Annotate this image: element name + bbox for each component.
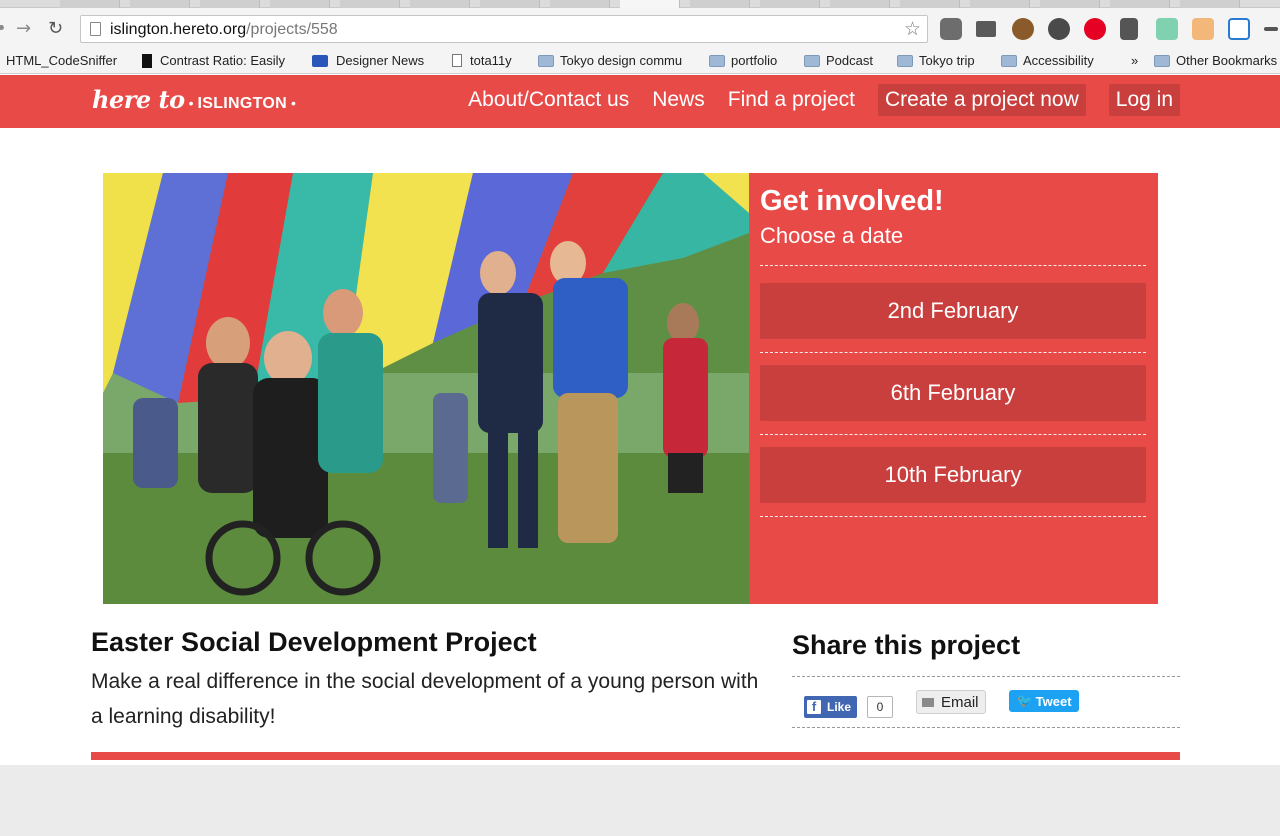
browser-tab[interactable]	[1040, 0, 1100, 8]
project-title: Easter Social Development Project	[91, 627, 537, 657]
address-bar[interactable]: islington.hereto.org/projects/558 ☆	[80, 15, 928, 43]
browser-tab[interactable]	[970, 0, 1030, 8]
bookmark-folder[interactable]: Tokyo trip	[897, 53, 975, 68]
cast-icon[interactable]	[976, 21, 996, 37]
divider	[760, 434, 1146, 435]
browser-tab[interactable]	[830, 0, 890, 8]
project-photo	[103, 173, 749, 604]
screenshot-icon[interactable]	[1228, 18, 1250, 40]
site-header: here to • ISLINGTON • About/Contact us News…	[0, 75, 1280, 128]
audio-extension-icon[interactable]	[1156, 18, 1178, 40]
bookmark-folder[interactable]: Podcast	[804, 53, 873, 68]
browser-tab[interactable]	[1180, 0, 1240, 8]
browser-tab[interactable]	[130, 0, 190, 8]
browser-tab[interactable]	[270, 0, 330, 8]
bookmark-folder[interactable]: Other Bookmarks	[1154, 53, 1277, 68]
face-extension-icon[interactable]	[1192, 18, 1214, 40]
email-share-button[interactable]: Email	[916, 690, 986, 714]
password-manager-icon[interactable]	[1048, 18, 1070, 40]
panel-subtitle: Choose a date	[760, 223, 904, 248]
browser-tab[interactable]	[200, 0, 260, 8]
date-option-button[interactable]: 6th February	[760, 365, 1146, 421]
browser-tab-active[interactable]	[620, 0, 680, 8]
date-option-button[interactable]: 2nd February	[760, 283, 1146, 339]
bookmark-item[interactable]: HTML_CodeSniffer	[6, 53, 117, 68]
page-footer-area	[0, 765, 1280, 836]
bookmark-star-icon[interactable]: ☆	[904, 18, 921, 40]
tweet-button[interactable]: 🐦 Tweet	[1009, 690, 1079, 712]
folder-icon	[538, 54, 554, 67]
divider	[760, 265, 1146, 266]
bookmark-folder[interactable]: Accessibility	[1001, 53, 1094, 68]
bookmark-item[interactable]: Designer News	[312, 53, 424, 68]
divider	[760, 516, 1146, 517]
bookmarks-bar: HTML_CodeSniffer Contrast Ratio: Easily …	[0, 48, 1280, 74]
browser-tab[interactable]	[760, 0, 820, 8]
parachute-game-illustration	[103, 173, 749, 604]
bookmark-item[interactable]: tota11y	[452, 53, 512, 68]
designer-news-icon	[312, 54, 328, 67]
nav-about-link[interactable]: About/Contact us	[468, 88, 629, 112]
extension-icon[interactable]	[1012, 18, 1034, 40]
folder-icon	[804, 54, 820, 67]
facebook-icon: f	[807, 699, 821, 714]
twitter-bird-icon: 🐦	[1016, 693, 1033, 709]
nav-news-link[interactable]: News	[652, 88, 705, 112]
login-button[interactable]: Log in	[1108, 84, 1180, 116]
envelope-icon	[922, 697, 934, 707]
browser-tab-strip	[0, 0, 1280, 8]
bookmark-item[interactable]: Contrast Ratio: Easily	[142, 53, 292, 68]
date-option-button[interactable]: 10th February	[760, 447, 1146, 503]
evernote-icon[interactable]	[1120, 18, 1138, 40]
section-divider-bar	[91, 752, 1180, 760]
nav-find-project-link[interactable]: Find a project	[728, 88, 855, 112]
back-icon[interactable]: •	[0, 18, 7, 39]
url-text[interactable]: islington.hereto.org/projects/558	[110, 21, 338, 39]
pocket-icon[interactable]	[940, 18, 962, 40]
bookmarks-overflow[interactable]: »	[1131, 53, 1138, 68]
panel-title: Get involved!	[760, 185, 944, 217]
divider	[792, 727, 1180, 728]
forward-icon[interactable]: →	[16, 18, 31, 39]
browser-tab[interactable]	[690, 0, 750, 8]
like-count: 0	[867, 696, 893, 718]
reload-icon[interactable]: ↻	[48, 18, 63, 39]
browser-toolbar: • → ↻ islington.hereto.org/projects/558 …	[0, 8, 1280, 48]
folder-icon	[709, 54, 725, 67]
menu-icon[interactable]	[1264, 27, 1278, 31]
browser-tab[interactable]	[480, 0, 540, 8]
main-nav: About/Contact us News Find a project Cre…	[468, 84, 1180, 116]
divider	[760, 352, 1146, 353]
browser-tab[interactable]	[1110, 0, 1170, 8]
pinterest-icon[interactable]	[1084, 18, 1106, 40]
page-icon	[90, 22, 101, 36]
contrast-icon	[142, 53, 152, 68]
folder-icon	[1154, 54, 1170, 67]
bookmark-folder[interactable]: Tokyo design commu	[538, 53, 690, 68]
facebook-like-button[interactable]: f Like	[804, 696, 858, 718]
browser-tab[interactable]	[900, 0, 960, 8]
browser-tab[interactable]	[340, 0, 400, 8]
create-project-button[interactable]: Create a project now	[878, 84, 1086, 116]
folder-icon	[897, 54, 913, 67]
divider	[792, 676, 1180, 677]
site-logo[interactable]: here to • ISLINGTON •	[92, 85, 300, 114]
browser-tab[interactable]	[550, 0, 610, 8]
page-icon	[452, 54, 462, 67]
bookmark-folder[interactable]: portfolio	[709, 53, 777, 68]
get-involved-panel: Get involved! Choose a date 2nd February…	[749, 173, 1158, 604]
browser-tab[interactable]	[410, 0, 470, 8]
share-title: Share this project	[792, 630, 1021, 660]
project-description: Make a real difference in the social dev…	[91, 670, 759, 728]
folder-icon	[1001, 54, 1017, 67]
browser-tab[interactable]	[60, 0, 120, 8]
